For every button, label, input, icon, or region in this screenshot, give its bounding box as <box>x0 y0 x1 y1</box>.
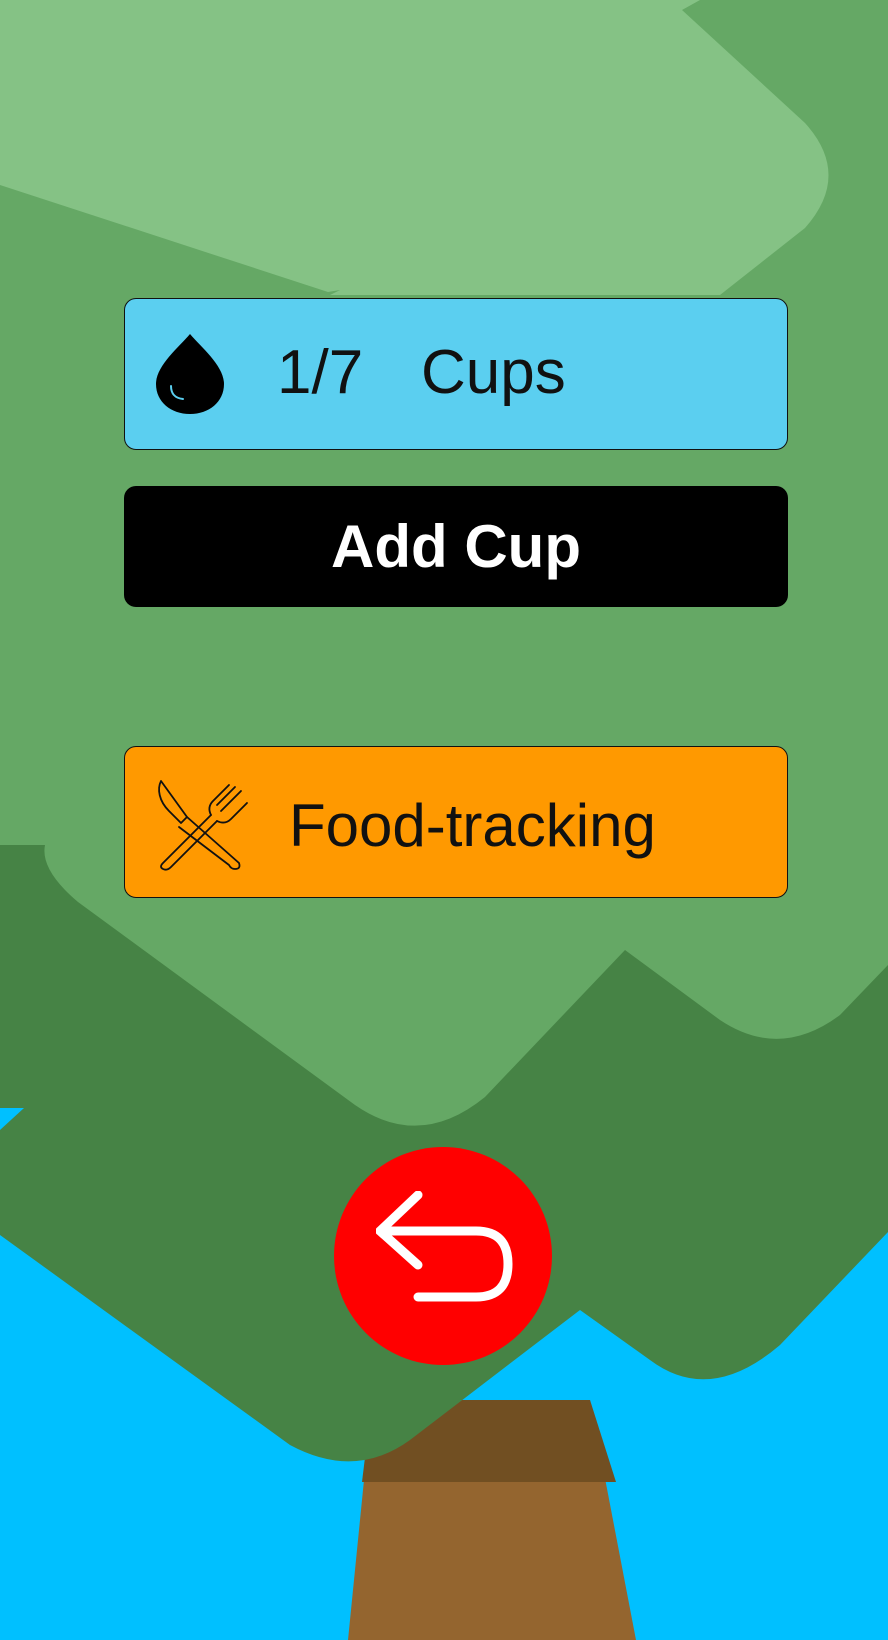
fork-knife-crossed-icon <box>158 780 248 871</box>
water-counter-card: 1/7 Cups <box>124 298 788 450</box>
undo-arrow-icon <box>376 1191 513 1302</box>
add-cup-label: Add Cup <box>331 513 581 580</box>
food-tracking-button[interactable]: Food-tracking <box>124 746 788 898</box>
cups-count: 1/7 <box>277 338 364 407</box>
water-drop-icon <box>156 334 224 414</box>
back-button[interactable] <box>334 1147 552 1365</box>
food-tracking-label: Food-tracking <box>289 792 656 859</box>
cups-unit-label: Cups <box>421 338 566 407</box>
add-cup-button[interactable]: Add Cup <box>124 486 788 607</box>
